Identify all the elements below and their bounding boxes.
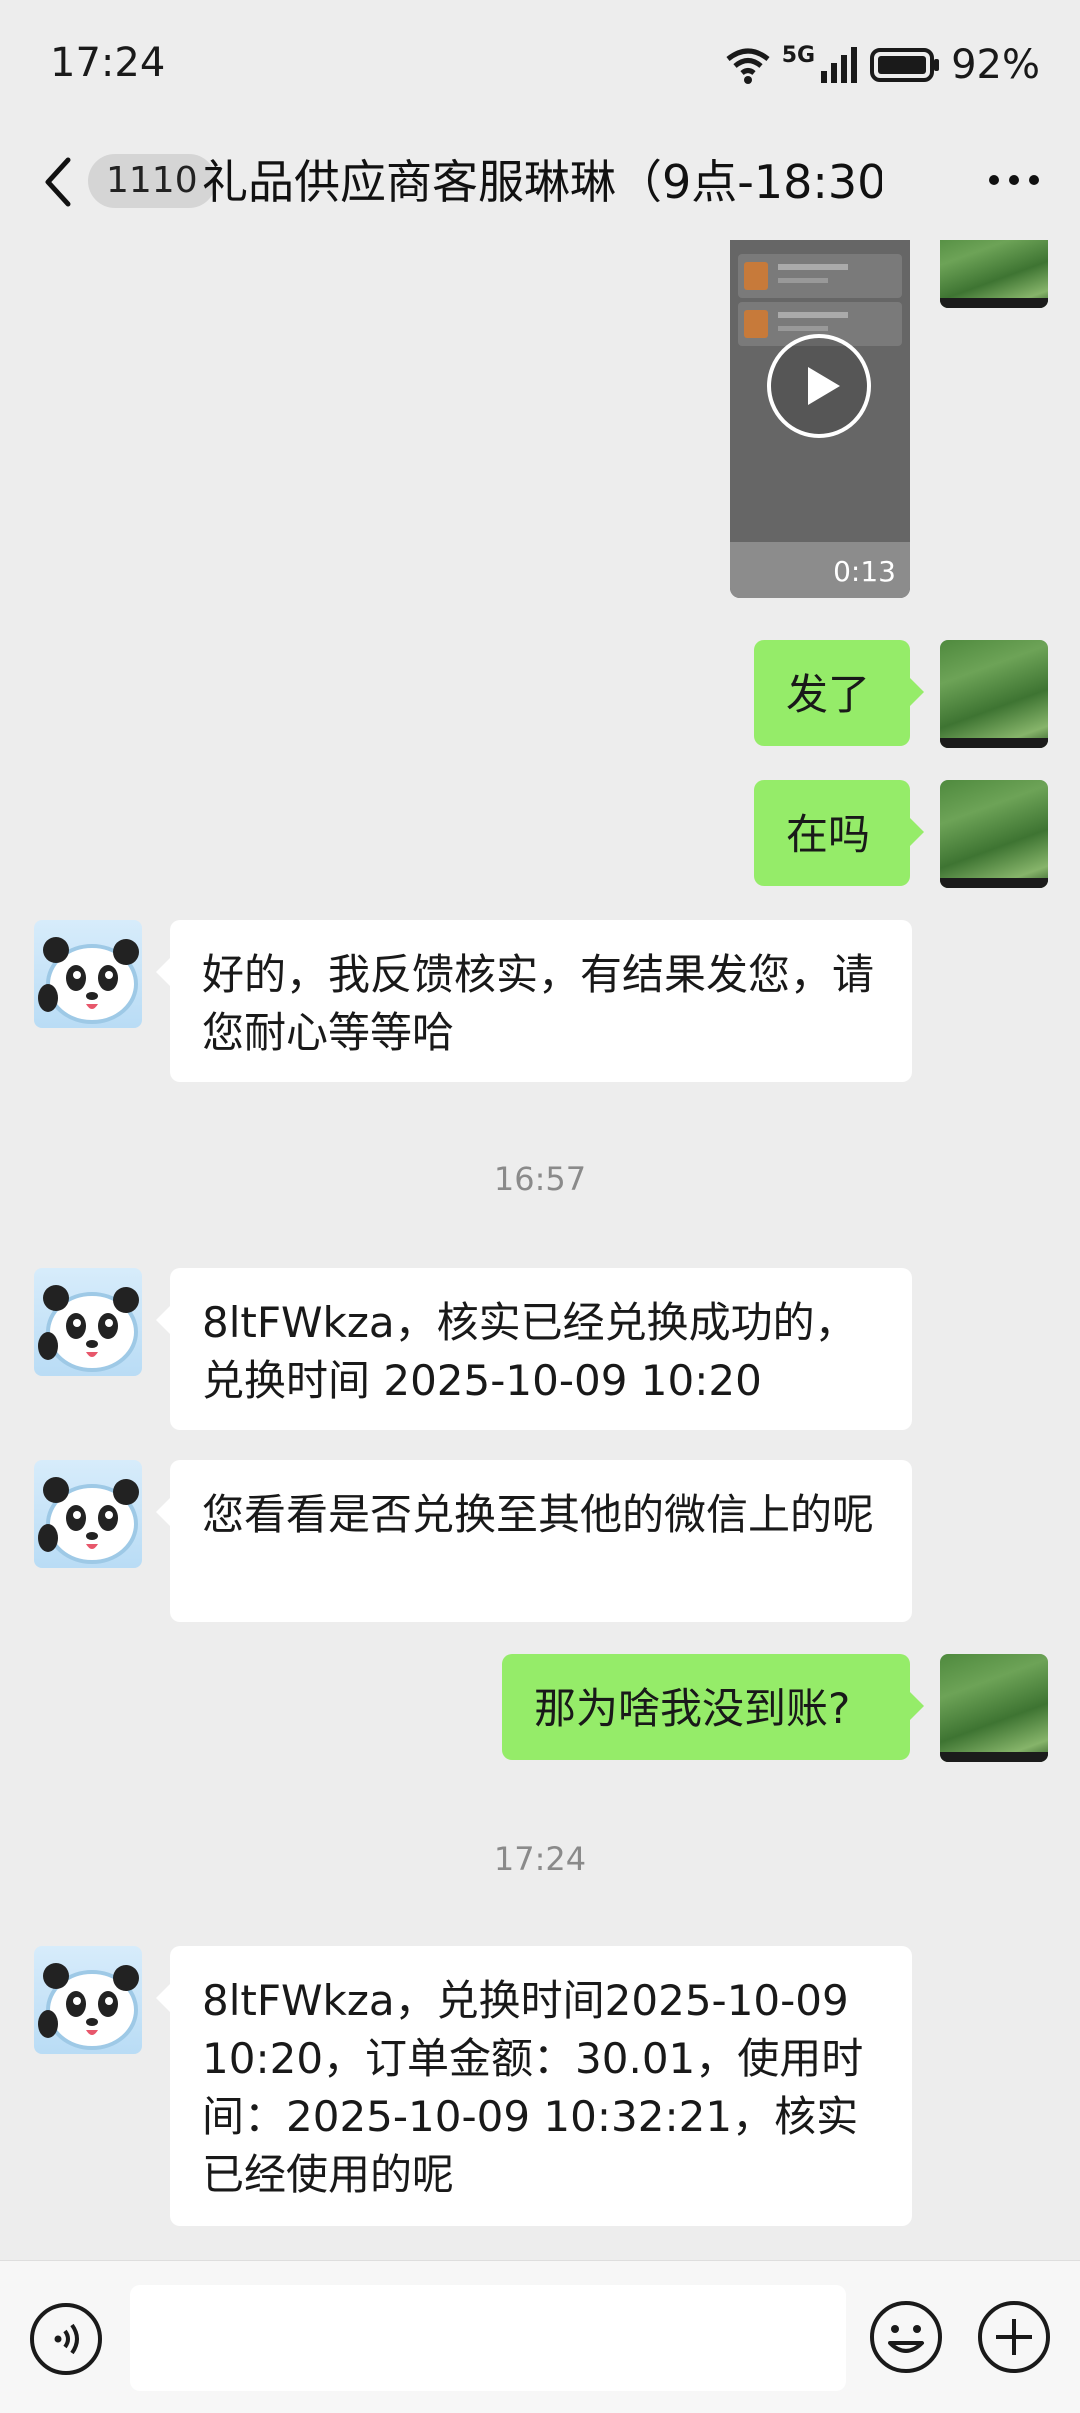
panda-avatar-icon [38, 1477, 139, 1564]
message-bubble[interactable]: 8ltFWkza，兑换时间2025-10-09 10:20，订单金额：30.01… [156, 1946, 912, 2226]
status-time: 17:24 [50, 40, 166, 86]
message-list[interactable]: 0:13 发了 在吗 好的，我反馈核实，有结果发您，请您耐心等等哈 16:57 [0, 240, 1080, 2260]
voice-input-icon[interactable] [28, 2301, 104, 2377]
message-bubble[interactable]: 好的，我反馈核实，有结果发您，请您耐心等等哈 [156, 920, 912, 1082]
avatar[interactable] [34, 1946, 142, 2054]
timestamp: 16:57 [493, 1160, 587, 1198]
more-options-icon[interactable] [984, 160, 1044, 200]
chat-title: 礼品供应商客服琳琳（9点-18:30 [202, 155, 882, 209]
plus-icon[interactable] [976, 2299, 1052, 2375]
unread-count-badge[interactable]: 1110 [88, 154, 216, 208]
timestamp: 17:24 [493, 1840, 587, 1878]
avatar[interactable] [940, 780, 1048, 888]
video-duration: 0:13 [833, 555, 896, 588]
panda-avatar-icon [38, 1285, 139, 1372]
emoji-icon[interactable] [868, 2299, 944, 2375]
status-icons: 5G 92% [724, 40, 1040, 90]
input-bar [0, 2260, 1080, 2413]
network-type: 5G [781, 42, 816, 68]
battery-icon [870, 48, 940, 82]
panda-avatar-icon [38, 1963, 139, 2050]
message-bubble[interactable]: 在吗 [754, 780, 924, 886]
status-bar: 17:24 5G 92% [0, 0, 1080, 130]
wifi-icon [726, 48, 770, 84]
back-arrow-icon[interactable] [38, 152, 78, 212]
signal-icon [821, 47, 858, 83]
avatar[interactable] [940, 240, 1048, 308]
message-bubble[interactable]: 那为啥我没到账? [502, 1654, 924, 1760]
panda-avatar-icon [38, 937, 139, 1024]
message-bubble[interactable]: 您看看是否兑换至其他的微信上的呢 [156, 1460, 912, 1622]
avatar[interactable] [34, 920, 142, 1028]
battery-level: 92% [951, 42, 1040, 88]
avatar[interactable] [34, 1268, 142, 1376]
chat-header: 1110 礼品供应商客服琳琳（9点-18:30 [0, 130, 1080, 240]
message-input[interactable] [130, 2285, 846, 2391]
video-message[interactable]: 0:13 [730, 240, 910, 598]
avatar[interactable] [940, 1654, 1048, 1762]
play-icon[interactable] [766, 333, 872, 439]
avatar[interactable] [34, 1460, 142, 1568]
message-bubble[interactable]: 8ltFWkza，核实已经兑换成功的，兑换时间 2025-10-09 10:20 [156, 1268, 912, 1430]
message-bubble[interactable]: 发了 [754, 640, 924, 746]
avatar[interactable] [940, 640, 1048, 748]
